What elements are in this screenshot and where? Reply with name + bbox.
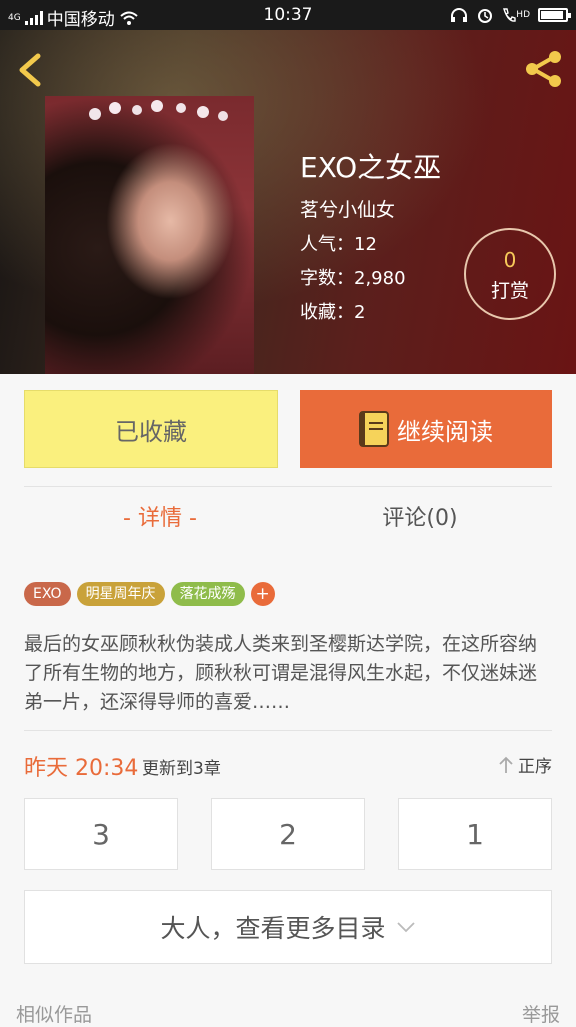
continue-reading-label: 继续阅读 bbox=[397, 417, 493, 446]
add-tag-button[interactable]: + bbox=[250, 582, 275, 606]
book-icon bbox=[359, 411, 389, 447]
chapter-button[interactable]: 3 bbox=[24, 798, 178, 870]
book-title: EXO之女巫 bbox=[300, 151, 442, 184]
alarm-icon bbox=[478, 9, 493, 23]
book-author[interactable]: 茗兮小仙女 bbox=[300, 195, 395, 222]
divider bbox=[24, 486, 552, 487]
tab-comments-label: 评论(0) bbox=[382, 506, 458, 531]
flower-crown-decoration bbox=[89, 100, 228, 121]
sort-order-label: 正序 bbox=[518, 757, 552, 777]
tag-list: EXO 明星周年庆 落花成殇 + bbox=[24, 582, 275, 606]
status-bar: 4G 中国移动 10:37 HD bbox=[0, 0, 576, 30]
hd-label: HD bbox=[516, 10, 530, 20]
tab-detail[interactable]: - 详情 - bbox=[100, 500, 220, 550]
reward-label: 打赏 bbox=[490, 280, 529, 302]
back-arrow-icon bbox=[19, 53, 41, 87]
chapter-button[interactable]: 1 bbox=[398, 798, 552, 870]
tab-comments[interactable]: 评论(0) bbox=[360, 500, 480, 550]
book-cover[interactable] bbox=[45, 96, 254, 374]
reward-button[interactable]: 0 打赏 bbox=[464, 228, 556, 320]
update-time: 昨天 20:34 bbox=[24, 756, 139, 781]
chapter-button[interactable]: 2 bbox=[211, 798, 365, 870]
report-button[interactable]: 举报 bbox=[522, 1000, 560, 1027]
share-button[interactable] bbox=[520, 46, 566, 92]
book-header: EXO之女巫 茗兮小仙女 人气：12 字数：2,980 收藏：2 0 打赏 bbox=[0, 30, 576, 374]
chevron-down-icon bbox=[396, 922, 415, 933]
update-status: 更新到3章 bbox=[142, 759, 221, 779]
battery-icon bbox=[538, 8, 571, 22]
favorited-label: 已收藏 bbox=[115, 417, 187, 446]
tab-detail-label: 详情 bbox=[137, 506, 182, 531]
word-count-stat: 字数：2,980 bbox=[300, 268, 406, 289]
reward-count: 0 bbox=[503, 248, 517, 272]
favorites-stat: 收藏：2 bbox=[300, 302, 366, 323]
sort-order-button[interactable]: 正序 bbox=[498, 752, 552, 777]
arrow-up-icon bbox=[499, 756, 513, 773]
book-description[interactable]: 最后的女巫顾秋秋伪装成人类来到圣樱斯达学院，在这所容纳了所有生物的地方，顾秋秋可… bbox=[24, 630, 554, 717]
back-button[interactable] bbox=[12, 48, 52, 92]
tab-dash-left: - bbox=[123, 506, 138, 531]
tab-dash-right: - bbox=[182, 506, 197, 531]
phone-icon bbox=[503, 8, 516, 22]
share-icon bbox=[526, 51, 561, 87]
continue-reading-button[interactable]: 继续阅读 bbox=[300, 390, 552, 468]
more-toc-label: 大人，查看更多目录 bbox=[160, 914, 386, 943]
favorited-button[interactable]: 已收藏 bbox=[24, 390, 278, 468]
battery-fill bbox=[541, 11, 564, 19]
divider bbox=[24, 730, 552, 731]
tag-falling-flowers[interactable]: 落花成殇 bbox=[170, 582, 245, 606]
tag-star-anniversary[interactable]: 明星周年庆 bbox=[76, 582, 165, 606]
headphones-icon bbox=[451, 8, 468, 22]
more-toc-button[interactable]: 大人，查看更多目录 bbox=[24, 890, 552, 964]
popularity-stat: 人气：12 bbox=[300, 234, 377, 255]
similar-works-heading: 相似作品 bbox=[16, 1004, 93, 1026]
tag-exo[interactable]: EXO bbox=[24, 582, 71, 606]
